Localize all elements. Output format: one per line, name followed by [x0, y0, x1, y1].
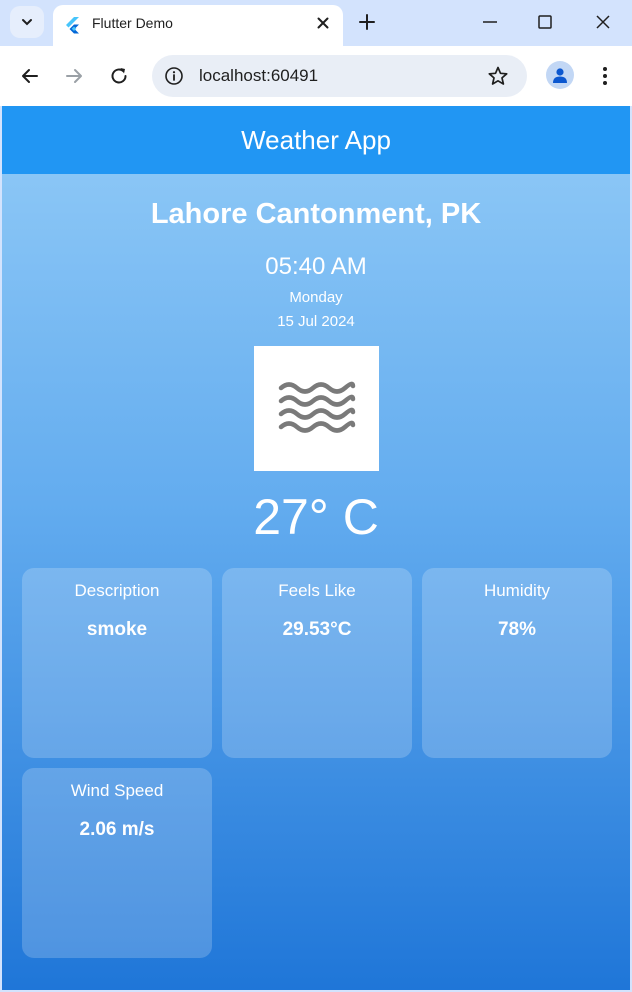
tab-strip: Flutter Demo [0, 0, 632, 46]
weather-icon-box [254, 346, 379, 471]
wind-speed-card: Wind Speed 2.06 m/s [22, 768, 212, 958]
current-date: 15 Jul 2024 [277, 313, 355, 330]
browser-window: Flutter Demo localhost:60491 Weather App… [0, 0, 632, 992]
feels-like-card: Feels Like 29.53°C [222, 568, 412, 758]
url-text[interactable]: localhost:60491 [199, 66, 318, 86]
current-time: 05:40 AM [265, 253, 367, 280]
card-value: smoke [86, 619, 148, 640]
close-tab-icon[interactable] [315, 15, 331, 31]
flutter-logo-icon [66, 17, 79, 34]
card-label: Humidity [483, 581, 551, 600]
weather-app: Weather App Lahore Cantonment, PK 05:40 … [2, 106, 630, 990]
card-value: 2.06 m/s [79, 819, 155, 840]
card-label: Feels Like [278, 581, 356, 600]
card-value: 29.53°C [282, 619, 352, 640]
new-tab-icon[interactable] [356, 11, 378, 33]
chevron-down-icon [22, 19, 32, 26]
card-label: Description [74, 581, 160, 600]
tab-title: Flutter Demo [92, 15, 173, 31]
browser-toolbar: localhost:60491 [0, 46, 632, 106]
profile-avatar[interactable] [546, 61, 574, 89]
app-title: Weather App [241, 124, 391, 155]
tab-search-button[interactable] [10, 6, 44, 38]
humidity-card: Humidity 78% [422, 568, 612, 758]
person-icon [553, 68, 567, 83]
weekday: Monday [289, 289, 343, 306]
back-arrow-icon[interactable] [19, 65, 41, 87]
address-bar[interactable]: localhost:60491 [152, 55, 527, 97]
close-window-icon[interactable] [593, 12, 613, 32]
browser-tab[interactable]: Flutter Demo [53, 5, 343, 46]
card-value: 78% [497, 619, 537, 640]
reload-icon[interactable] [108, 65, 130, 87]
description-card: Description smoke [22, 568, 212, 758]
maximize-icon[interactable] [535, 12, 555, 32]
temperature: 27° C [253, 489, 379, 545]
more-vert-icon[interactable] [595, 65, 615, 87]
haze-waves-icon [278, 381, 355, 433]
minimize-icon[interactable] [480, 12, 500, 32]
bookmark-star-icon[interactable] [487, 65, 509, 87]
card-label: Wind Speed [70, 781, 164, 800]
site-info-icon[interactable] [164, 66, 184, 86]
app-bar: Weather App [2, 106, 630, 174]
forward-arrow-icon[interactable] [63, 65, 85, 87]
city-name: Lahore Cantonment, PK [150, 198, 482, 230]
